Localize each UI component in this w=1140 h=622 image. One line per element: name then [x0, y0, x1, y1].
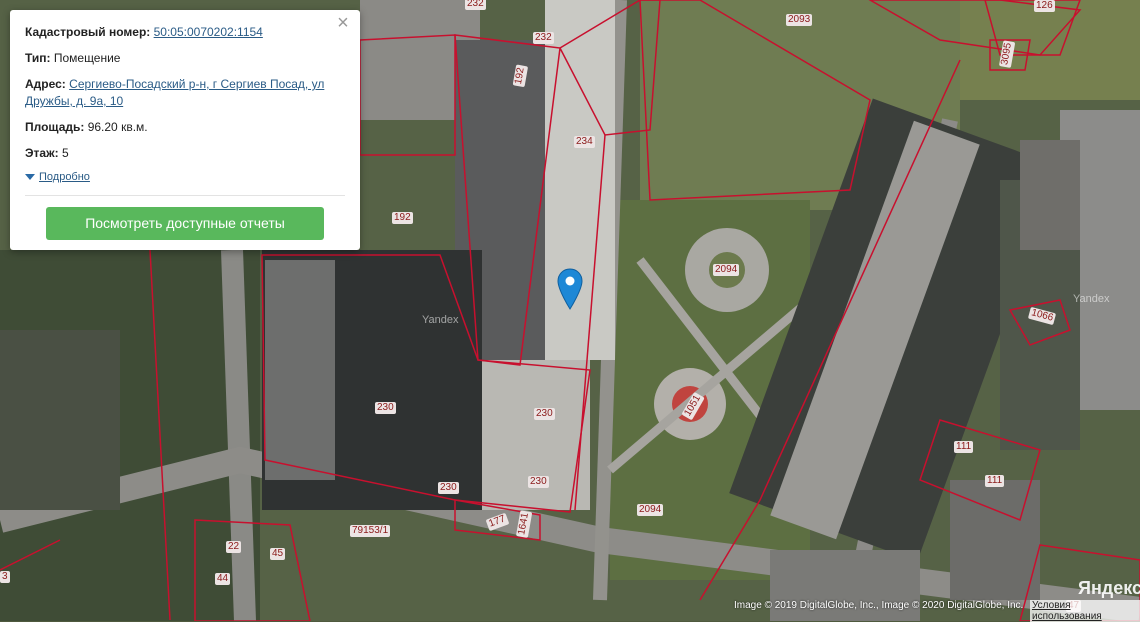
- plot-label: 22: [226, 541, 242, 553]
- triangle-down-icon: [25, 174, 35, 181]
- plot-label: 232: [533, 32, 554, 44]
- close-icon[interactable]: ×: [334, 13, 352, 33]
- floor-label: Этаж:: [25, 146, 59, 160]
- plot-label: 234: [574, 136, 595, 148]
- address-link[interactable]: Сергиево-Посадский р-н, г Сергиев Посад,…: [25, 77, 324, 108]
- location-pin-icon[interactable]: [557, 268, 583, 310]
- property-info-popup: × Кадастровый номер: 50:05:0070202:1154 …: [10, 10, 360, 250]
- plot-label: 230: [534, 408, 555, 420]
- plot-label: 2094: [713, 264, 740, 276]
- plot-label: 111: [985, 475, 1005, 487]
- area-value: 96.20 кв.м.: [87, 120, 148, 134]
- plot-label: 79153/1: [350, 525, 391, 537]
- terms-of-use-link[interactable]: Условия использования: [1030, 600, 1140, 622]
- plot-label: 232: [465, 0, 486, 10]
- area-row: Площадь: 96.20 кв.м.: [25, 119, 345, 136]
- plot-label: 3: [0, 571, 10, 583]
- plot-label: 192: [392, 212, 413, 224]
- floor-row: Этаж: 5: [25, 145, 345, 162]
- type-label: Тип:: [25, 51, 51, 65]
- plot-label: 230: [438, 482, 459, 494]
- imagery-copyright: Image © 2019 DigitalGlobe, Inc., Image ©…: [734, 600, 1024, 611]
- cadastral-number-link[interactable]: 50:05:0070202:1154: [154, 25, 263, 39]
- plot-label: 44: [215, 573, 231, 585]
- details-toggle[interactable]: Подробно: [25, 171, 345, 183]
- address-row: Адрес: Сергиево-Посадский р-н, г Сергиев…: [25, 76, 345, 110]
- plot-label: 2093: [786, 14, 813, 26]
- yandex-logo: Яндекс: [1078, 578, 1140, 598]
- cadastral-row: Кадастровый номер: 50:05:0070202:1154: [25, 24, 345, 41]
- details-link[interactable]: Подробно: [39, 171, 90, 183]
- plot-label: 126: [1034, 0, 1055, 12]
- plot-label: 230: [375, 402, 396, 414]
- view-reports-button[interactable]: Посмотреть доступные отчеты: [46, 207, 324, 240]
- address-label: Адрес:: [25, 77, 66, 91]
- floor-value: 5: [61, 146, 69, 160]
- type-row: Тип: Помещение: [25, 50, 345, 67]
- cadastral-label: Кадастровый номер:: [25, 25, 151, 39]
- divider: [25, 195, 345, 196]
- plot-label: 45: [270, 548, 286, 560]
- plot-label: 230: [528, 476, 549, 488]
- yandex-watermark: Yandex: [422, 314, 459, 326]
- plot-label: 111: [954, 441, 974, 453]
- plot-label: 2094: [637, 504, 664, 516]
- area-label: Площадь:: [25, 120, 85, 134]
- type-value: Помещение: [53, 51, 121, 65]
- yandex-watermark: Yandex: [1073, 293, 1110, 305]
